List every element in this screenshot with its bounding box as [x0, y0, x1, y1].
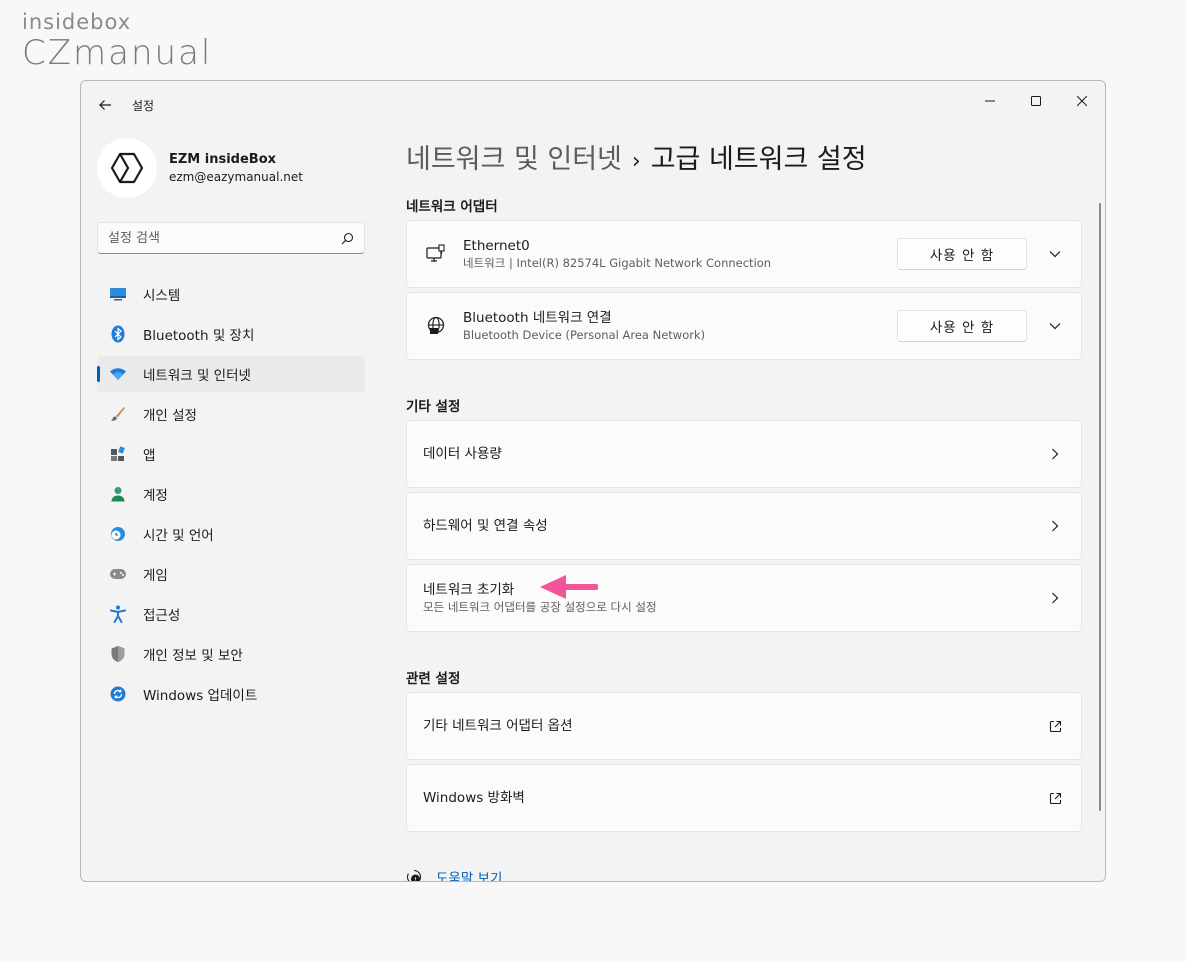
- sidebar-item-label: 시간 및 언어: [143, 528, 214, 544]
- search-input[interactable]: [108, 230, 341, 246]
- help-link-row[interactable]: 도움말 보기: [406, 867, 502, 881]
- sidebar-item-label: 앱: [143, 448, 156, 464]
- globe-icon: [425, 315, 447, 337]
- accessibility-icon: [109, 605, 127, 623]
- app-title: 설정: [132, 99, 155, 113]
- annotation-arrow-icon: [540, 575, 598, 599]
- back-button[interactable]: [93, 93, 117, 117]
- chevron-right-icon: [1043, 586, 1067, 610]
- more-adapter-options-row[interactable]: 기타 네트워크 어댑터 옵션: [406, 692, 1082, 760]
- ethernet-icon: [425, 243, 447, 265]
- network-reset-row[interactable]: 네트워크 초기화 모든 네트워크 어댑터를 공장 설정으로 다시 설정: [406, 564, 1082, 632]
- maximize-button[interactable]: [1013, 85, 1059, 117]
- external-link-icon: [1043, 786, 1067, 810]
- scrollbar[interactable]: [1099, 203, 1101, 811]
- row-title: 하드웨어 및 연결 속성: [423, 518, 548, 534]
- sidebar-item-label: 개인 정보 및 보안: [143, 648, 243, 664]
- breadcrumb-separator: ›: [631, 149, 641, 174]
- sidebar-item-label: 시스템: [143, 288, 181, 304]
- data-usage-row[interactable]: 데이터 사용량: [406, 420, 1082, 488]
- section-heading-adapters: 네트워크 어댑터: [406, 199, 498, 215]
- adapter-title: Ethernet0: [463, 238, 530, 254]
- bluetooth-icon: [109, 325, 127, 343]
- watermark-line2: CZmanual: [22, 33, 213, 73]
- search-box[interactable]: [97, 222, 365, 254]
- sidebar-item-windows-update[interactable]: Windows 업데이트: [97, 676, 365, 712]
- sidebar-item-label: Bluetooth 및 장치: [143, 328, 255, 344]
- adapter-subtitle: 네트워크 | Intel(R) 82574L Gigabit Network C…: [463, 256, 772, 270]
- chevron-down-icon: [1049, 323, 1061, 330]
- adapter-ethernet0[interactable]: Ethernet0 네트워크 | Intel(R) 82574L Gigabit…: [406, 220, 1082, 288]
- minimize-button[interactable]: [967, 85, 1013, 117]
- chevron-right-icon: [1043, 514, 1067, 538]
- back-arrow-icon: [99, 100, 111, 110]
- adapter-bluetooth[interactable]: Bluetooth 네트워크 연결 Bluetooth Device (Pers…: [406, 292, 1082, 360]
- sidebar-item-label: 개인 설정: [143, 408, 197, 424]
- row-title: 데이터 사용량: [423, 446, 502, 462]
- profile-email: ezm@eazymanual.net: [169, 170, 303, 184]
- sidebar-item-apps[interactable]: 앱: [97, 436, 365, 472]
- sidebar-item-label: 게임: [143, 568, 168, 584]
- disable-button[interactable]: 사용 안 함: [897, 310, 1027, 342]
- shield-icon: [109, 645, 127, 663]
- sidebar-item-gaming[interactable]: 게임: [97, 556, 365, 592]
- sidebar-item-privacy[interactable]: 개인 정보 및 보안: [97, 636, 365, 672]
- sidebar-item-label: Windows 업데이트: [143, 688, 258, 704]
- settings-window: 설정 EZM insideBox ezm@eazymanual.net 설정 검…: [80, 80, 1106, 882]
- apps-icon: [109, 445, 127, 463]
- avatar-hexagon-icon: [110, 152, 144, 184]
- time-language-icon: [109, 525, 127, 543]
- wifi-icon: [109, 365, 127, 383]
- row-title: 네트워크 초기화: [423, 582, 515, 598]
- adapter-subtitle: Bluetooth Device (Personal Area Network): [463, 328, 706, 342]
- page-title: 고급 네트워크 설정: [650, 144, 867, 175]
- account-icon: [109, 485, 127, 503]
- windows-firewall-row[interactable]: Windows 방화벽: [406, 764, 1082, 832]
- sidebar-item-accessibility[interactable]: 접근성: [97, 596, 365, 632]
- avatar: [97, 138, 157, 198]
- breadcrumb: 네트워크 및 인터넷 › 고급 네트워크 설정: [406, 137, 867, 176]
- sidebar-item-bluetooth[interactable]: Bluetooth 및 장치: [97, 316, 365, 352]
- system-icon: [109, 285, 127, 303]
- hardware-properties-row[interactable]: 하드웨어 및 연결 속성: [406, 492, 1082, 560]
- disable-button[interactable]: 사용 안 함: [897, 238, 1027, 270]
- minimize-icon: [985, 100, 995, 102]
- close-button[interactable]: [1059, 85, 1105, 117]
- watermark-line1: insidebox: [22, 10, 132, 34]
- sidebar-item-label: 네트워크 및 인터넷: [143, 368, 251, 384]
- sidebar-item-time-language[interactable]: 시간 및 언어: [97, 516, 365, 552]
- expand-button[interactable]: [1041, 240, 1069, 268]
- profile-name: EZM insideBox: [169, 152, 277, 167]
- section-heading-related: 관련 설정: [406, 671, 461, 687]
- sidebar-item-personalization[interactable]: 개인 설정: [97, 396, 365, 432]
- sidebar-item-system[interactable]: 시스템: [97, 276, 365, 312]
- user-profile[interactable]: EZM insideBox ezm@eazymanual.net: [97, 138, 303, 198]
- maximize-icon: [1031, 96, 1041, 106]
- section-heading-other: 기타 설정: [406, 399, 461, 415]
- expand-button[interactable]: [1041, 312, 1069, 340]
- row-subtitle: 모든 네트워크 어댑터를 공장 설정으로 다시 설정: [423, 600, 657, 614]
- sidebar-item-label: 접근성: [143, 608, 181, 624]
- search-icon: [341, 232, 354, 244]
- brush-icon: [109, 405, 127, 423]
- watermark-logo: insidebox CZmanual: [22, 10, 212, 72]
- help-link[interactable]: 도움말 보기: [436, 867, 502, 881]
- sidebar-item-accounts[interactable]: 계정: [97, 476, 365, 512]
- close-icon: [1077, 96, 1087, 106]
- sidebar-item-network[interactable]: 네트워크 및 인터넷: [97, 356, 365, 392]
- sidebar-nav: 시스템 Bluetooth 및 장치 네트워크 및 인터넷 개인 설정 앱 계정…: [97, 276, 365, 716]
- row-title: 기타 네트워크 어댑터 옵션: [423, 718, 573, 734]
- row-title: Windows 방화벽: [423, 790, 525, 806]
- help-icon: [406, 869, 422, 881]
- breadcrumb-parent[interactable]: 네트워크 및 인터넷: [406, 144, 622, 175]
- sidebar-item-label: 계정: [143, 488, 168, 504]
- title-bar: 설정: [81, 81, 1105, 129]
- chevron-right-icon: [1043, 442, 1067, 466]
- chevron-down-icon: [1049, 251, 1061, 258]
- gamepad-icon: [109, 565, 127, 583]
- update-icon: [109, 685, 127, 703]
- external-link-icon: [1043, 714, 1067, 738]
- adapter-title: Bluetooth 네트워크 연결: [463, 310, 612, 326]
